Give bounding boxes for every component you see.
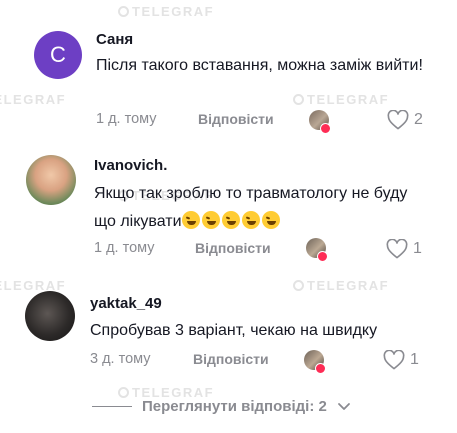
view-replies-button[interactable]: Переглянути відповіді: 2 [92, 398, 351, 415]
comment-item: yaktak_49 Спробував 3 варіант, чекаю на … [0, 275, 457, 385]
comment-username[interactable]: Ivanovich. [94, 157, 167, 174]
avatar-letter: С [50, 42, 66, 67]
avatar[interactable]: С [34, 31, 82, 79]
like-count: 1 [413, 240, 422, 257]
comment-time: 1 д. тому [94, 240, 155, 256]
divider-line [92, 406, 132, 407]
comment-time: 1 д. тому [96, 111, 157, 127]
comment-username[interactable]: Саня [96, 31, 133, 48]
reply-button[interactable]: Відповісти [198, 111, 274, 127]
laughing-emoji-icon [261, 211, 280, 229]
laughing-emoji-icon [201, 211, 220, 229]
like-count: 1 [410, 351, 419, 368]
red-heart-badge-icon [315, 363, 326, 374]
like-button[interactable]: 2 [387, 110, 423, 130]
laughing-emoji-icon [241, 211, 260, 229]
view-replies-label: Переглянути відповіді: 2 [142, 398, 327, 415]
heart-outline-icon [386, 239, 408, 259]
laughing-emoji-icon [221, 211, 240, 229]
reply-button[interactable]: Відповісти [193, 351, 269, 367]
heart-outline-icon [383, 350, 405, 370]
comment-time: 3 д. тому [90, 351, 151, 367]
avatar[interactable] [25, 291, 75, 341]
like-count: 2 [414, 111, 423, 128]
red-heart-badge-icon [320, 123, 331, 134]
comment-username[interactable]: yaktak_49 [90, 295, 162, 312]
heart-outline-icon [387, 110, 409, 130]
like-button[interactable]: 1 [383, 350, 419, 370]
comment-item: Ivanovich. Якщо так зроблю то травматоло… [0, 145, 457, 275]
comment-text: Спробував 3 варіант, чекаю на швидку [90, 322, 378, 339]
reply-button[interactable]: Відповісти [195, 240, 271, 256]
comment-text: Якщо так зроблю то травматологу не буду … [94, 180, 424, 236]
comment-text: Після такого вставання, можна заміж вийт… [96, 57, 423, 74]
comment-item: С Саня Після такого вставання, можна зам… [0, 0, 457, 145]
like-button[interactable]: 1 [386, 239, 422, 259]
red-heart-badge-icon [317, 251, 328, 262]
chevron-down-icon [337, 402, 350, 410]
laughing-emoji-icon [181, 211, 200, 229]
avatar[interactable] [26, 155, 76, 205]
